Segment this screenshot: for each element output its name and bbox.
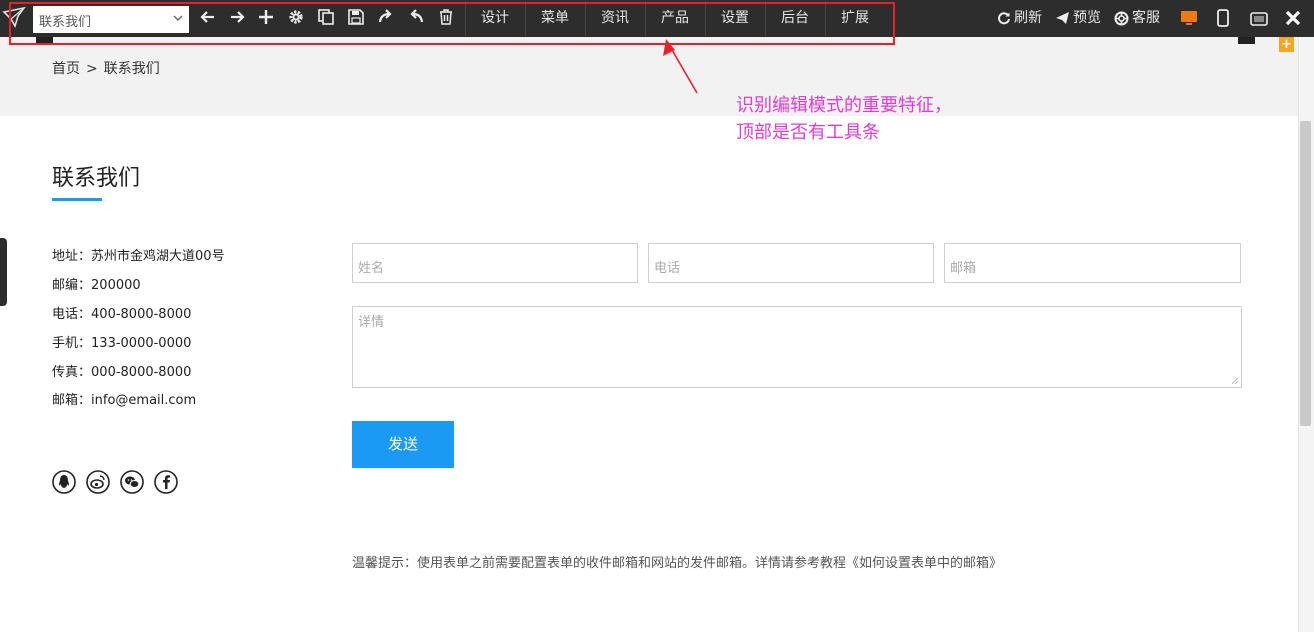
- page-title: 联系我们: [52, 166, 141, 191]
- refresh-button[interactable]: 刷新: [997, 0, 1042, 37]
- form-tip: 温馨提示：使用表单之前需要配置表单的收件邮箱和网站的发件邮箱。详情请参考教程《如…: [352, 556, 1003, 571]
- weibo-icon[interactable]: [86, 470, 110, 494]
- service-label: 客服: [1132, 10, 1160, 26]
- contact-value: 400-8000-8000: [91, 307, 192, 322]
- preview-button[interactable]: 预览: [1055, 0, 1101, 37]
- collapse-tab-left[interactable]: [36, 37, 53, 44]
- menu-menu[interactable]: 菜单: [525, 0, 585, 37]
- forward-arrow-icon[interactable]: [228, 8, 248, 28]
- menu-extend[interactable]: 扩展: [825, 0, 885, 37]
- desktop-view-icon[interactable]: [1180, 9, 1198, 27]
- contact-fax: 传真：000-8000-8000: [52, 365, 192, 380]
- email-placeholder: 邮箱: [950, 261, 977, 276]
- contact-phone: 电话：400-8000-8000: [52, 307, 192, 322]
- logo-icon[interactable]: [2, 6, 26, 30]
- tablet-view-icon[interactable]: [1250, 11, 1268, 26]
- collapse-tab-right[interactable]: [1238, 37, 1255, 44]
- resize-handle-icon[interactable]: [1231, 377, 1239, 385]
- contact-email: 邮箱：info@email.com: [52, 393, 197, 408]
- contact-label: 手机: [52, 336, 79, 351]
- name-placeholder: 姓名: [358, 261, 385, 276]
- preview-label: 预览: [1073, 10, 1101, 26]
- qq-icon[interactable]: [52, 470, 76, 494]
- breadcrumb-current: 联系我们: [103, 61, 160, 77]
- facebook-icon[interactable]: [154, 470, 178, 494]
- menu-settings[interactable]: 设置: [705, 0, 765, 37]
- refresh-label: 刷新: [1014, 10, 1042, 26]
- phone-input[interactable]: 电话: [648, 243, 934, 283]
- back-arrow-icon[interactable]: [199, 8, 219, 28]
- contact-postcode: 邮编：200000: [52, 278, 141, 293]
- contact-mobile: 手机：133-0000-0000: [52, 336, 192, 351]
- detail-placeholder: 详情: [358, 315, 385, 330]
- save-icon[interactable]: [347, 8, 367, 28]
- breadcrumb-banner: [0, 37, 1298, 116]
- editor-toolbar: 联系我们 设计 菜单 资讯 产品 设置 后台 扩展 刷新 预览 客服: [0, 0, 1314, 37]
- wechat-icon[interactable]: [120, 470, 144, 494]
- annotation-line-2: 顶部是否有工具条: [736, 122, 880, 143]
- page-select[interactable]: 联系我们: [33, 6, 189, 33]
- breadcrumb: 首页 > 联系我们: [52, 58, 166, 78]
- add-module-button[interactable]: +: [1279, 37, 1294, 52]
- trash-icon[interactable]: [437, 8, 457, 28]
- contact-address: 地址：苏州市金鸡湖大道00号: [52, 249, 225, 264]
- menu-products[interactable]: 产品: [645, 0, 705, 37]
- contact-value: 133-0000-0000: [91, 336, 192, 351]
- gear-icon[interactable]: [287, 8, 307, 28]
- contact-label: 传真: [52, 365, 79, 380]
- left-panel-handle[interactable]: [0, 238, 7, 306]
- lifebuoy-icon: [1114, 11, 1129, 25]
- menu-news[interactable]: 资讯: [585, 0, 645, 37]
- mobile-view-icon[interactable]: [1216, 9, 1230, 27]
- email-input[interactable]: 邮箱: [944, 243, 1241, 283]
- chevron-down-icon: [173, 15, 183, 21]
- copy-icon[interactable]: [317, 8, 337, 28]
- service-button[interactable]: 客服: [1114, 0, 1160, 37]
- contact-value: info@email.com: [91, 393, 197, 408]
- menu-backend[interactable]: 后台: [765, 0, 825, 37]
- annotation-line-1: 识别编辑模式的重要特征，: [736, 95, 952, 116]
- breadcrumb-home[interactable]: 首页: [52, 61, 80, 77]
- name-input[interactable]: 姓名: [352, 243, 638, 283]
- page-select-value: 联系我们: [39, 15, 92, 30]
- redo-icon[interactable]: [377, 8, 397, 28]
- contact-label: 邮箱: [52, 393, 79, 408]
- refresh-icon: [998, 12, 1010, 25]
- undo-icon[interactable]: [407, 8, 427, 28]
- close-icon[interactable]: [1284, 9, 1302, 27]
- contact-label: 地址: [52, 249, 79, 264]
- send-button[interactable]: 发送: [352, 421, 454, 468]
- contact-value: 苏州市金鸡湖大道00号: [91, 249, 225, 264]
- menu-design[interactable]: 设计: [465, 0, 525, 37]
- contact-value: 000-8000-8000: [91, 365, 192, 380]
- title-underline: [52, 198, 102, 201]
- breadcrumb-separator: >: [86, 61, 98, 77]
- contact-value: 200000: [91, 278, 141, 293]
- detail-textarea[interactable]: 详情: [352, 306, 1242, 388]
- send-plane-icon: [1056, 12, 1069, 24]
- contact-label: 邮编: [52, 278, 79, 293]
- add-icon[interactable]: [257, 8, 277, 28]
- contact-label: 电话: [52, 307, 79, 322]
- scrollbar-thumb[interactable]: [1300, 121, 1311, 426]
- annotation-text: 识别编辑模式的重要特征， 顶部是否有工具条: [736, 92, 952, 146]
- phone-placeholder: 电话: [654, 261, 681, 276]
